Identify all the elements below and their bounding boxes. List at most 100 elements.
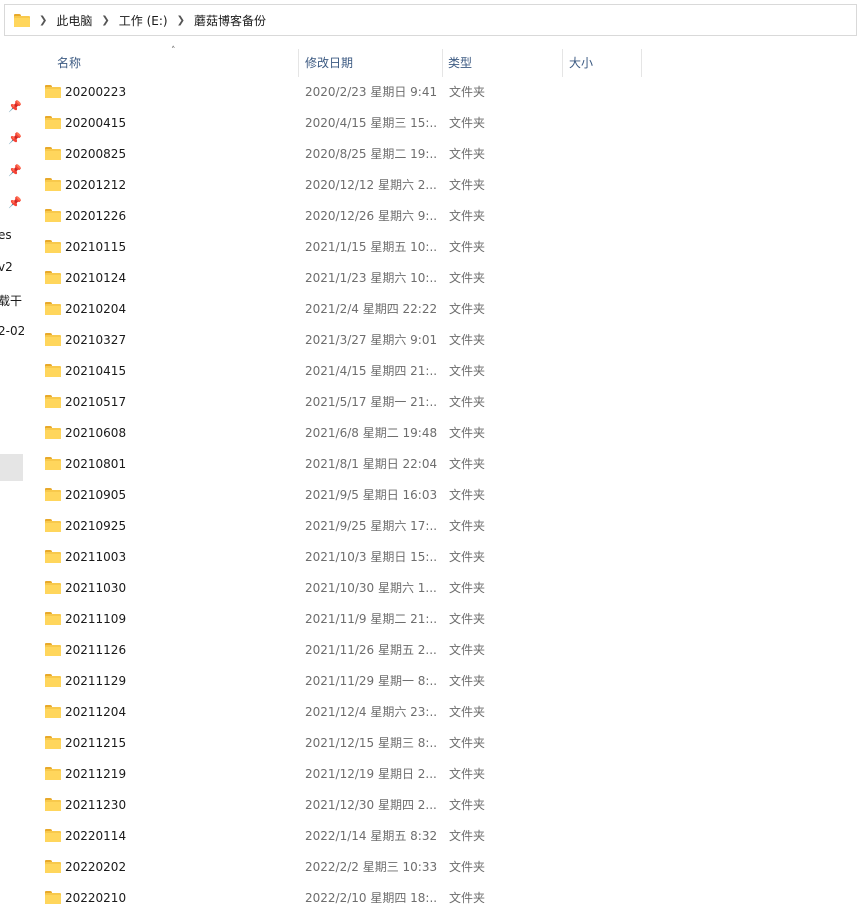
table-row[interactable]: 20211204 2021/12/4 星期六 23:... 文件夹 [40,697,860,728]
file-name[interactable]: 20211215 [65,728,126,759]
table-row[interactable]: 20211219 2021/12/19 星期日 2... 文件夹 [40,759,860,790]
file-modified-date: 2021/10/30 星期六 1... [305,581,437,595]
file-modified-date: 2021/11/9 星期二 21:... [305,612,437,626]
file-name[interactable]: 20211230 [65,790,126,821]
file-name[interactable]: 20211219 [65,759,126,790]
file-name[interactable]: 20211204 [65,697,126,728]
navigation-pane[interactable]: 📌 📌 📌 📌 es v2 载干 2-02- [0,40,24,918]
file-list[interactable]: 20200223 2020/2/23 星期日 9:41 文件夹 20200415 202… [40,77,860,914]
table-row[interactable]: 20200415 2020/4/15 星期三 15:... 文件夹 [40,108,860,139]
address-bar[interactable]: ❯ 此电脑 ❯ 工作 (E:) ❯ 蘑菇博客备份 [4,4,857,36]
file-type: 文件夹 [449,364,486,378]
chevron-right-icon[interactable]: ❯ [101,15,109,26]
column-header-type[interactable]: 类型 [440,47,560,77]
table-row[interactable]: 20210115 2021/1/15 星期五 10:... 文件夹 [40,232,860,263]
file-name[interactable]: 20211126 [65,635,126,666]
file-type: 文件夹 [449,240,486,254]
file-name[interactable]: 20210124 [65,263,126,294]
folder-icon [45,85,61,98]
table-row[interactable]: 20211003 2021/10/3 星期日 15:... 文件夹 [40,542,860,573]
file-name[interactable]: 20211109 [65,604,126,635]
chevron-right-icon[interactable]: ❯ [177,15,185,26]
table-row[interactable]: 20211129 2021/11/29 星期一 8:... 文件夹 [40,666,860,697]
breadcrumb-current-folder[interactable]: 蘑菇博客备份 [194,12,266,29]
file-name[interactable]: 20210517 [65,387,126,418]
file-type: 文件夹 [449,550,486,564]
table-row[interactable]: 20201226 2020/12/26 星期六 9:... 文件夹 [40,201,860,232]
file-name[interactable]: 20210415 [65,356,126,387]
table-row[interactable]: 20201212 2020/12/12 星期六 2... 文件夹 [40,170,860,201]
table-row[interactable]: 20211109 2021/11/9 星期二 21:... 文件夹 [40,604,860,635]
file-name[interactable]: 20210327 [65,325,126,356]
file-type: 文件夹 [449,798,486,812]
file-name[interactable]: 20210204 [65,294,126,325]
table-row[interactable]: 20210415 2021/4/15 星期四 21:... 文件夹 [40,356,860,387]
column-header-size[interactable]: 大小 [561,47,641,77]
file-name[interactable]: 20200825 [65,139,126,170]
file-name[interactable]: 20210115 [65,232,126,263]
file-modified-date: 2021/9/25 星期六 17:... [305,519,437,533]
table-row[interactable]: 20210124 2021/1/23 星期六 10:... 文件夹 [40,263,860,294]
file-name[interactable]: 20211030 [65,573,126,604]
column-divider[interactable] [641,49,642,77]
table-row[interactable]: 20211126 2021/11/26 星期五 2... 文件夹 [40,635,860,666]
file-name[interactable]: 20200415 [65,108,126,139]
table-row[interactable]: 20210801 2021/8/1 星期日 22:04 文件夹 [40,449,860,480]
folder-icon [45,674,61,687]
file-modified-date: 2020/12/26 星期六 9:... [305,209,437,223]
folder-icon [14,13,30,27]
breadcrumb-this-pc[interactable]: 此电脑 [56,12,92,29]
file-type: 文件夹 [449,209,486,223]
nav-item[interactable]: v2 [0,260,13,274]
table-row[interactable]: 20220202 2022/2/2 星期三 10:33 文件夹 [40,852,860,883]
nav-item[interactable]: 载干 [0,292,22,309]
nav-item-selected[interactable] [0,454,23,481]
file-name[interactable]: 20201226 [65,201,126,232]
folder-icon [45,457,61,470]
table-row[interactable]: 20211215 2021/12/15 星期三 8:... 文件夹 [40,728,860,759]
file-name[interactable]: 20210608 [65,418,126,449]
file-modified-date: 2021/9/5 星期日 16:03 [305,488,437,502]
file-name[interactable]: 20210925 [65,511,126,542]
nav-item[interactable]: es [0,228,12,242]
file-type: 文件夹 [449,426,486,440]
file-name[interactable]: 20200223 [65,77,126,108]
table-row[interactable]: 20210204 2021/2/4 星期四 22:22 文件夹 [40,294,860,325]
folder-icon [45,860,61,873]
file-name[interactable]: 20201212 [65,170,126,201]
file-name[interactable]: 20220114 [65,821,126,852]
table-row[interactable]: 20200223 2020/2/23 星期日 9:41 文件夹 [40,77,860,108]
file-name[interactable]: 20211003 [65,542,126,573]
file-name[interactable]: 20211129 [65,666,126,697]
file-type: 文件夹 [449,488,486,502]
column-header-date[interactable]: 修改日期 [297,47,442,77]
table-row[interactable]: 20210925 2021/9/25 星期六 17:... 文件夹 [40,511,860,542]
column-header-row: ˄ 名称 修改日期 类型 大小 [40,46,860,77]
file-type: 文件夹 [449,674,486,688]
breadcrumb-drive-e[interactable]: 工作 (E:) [119,12,168,29]
table-row[interactable]: 20220114 2022/1/14 星期五 8:32 文件夹 [40,821,860,852]
file-name[interactable]: 20220202 [65,852,126,883]
table-row[interactable]: 20220210 2022/2/10 星期四 18:... 文件夹 [40,883,860,914]
file-modified-date: 2021/12/30 星期四 2... [305,798,437,812]
file-type: 文件夹 [449,612,486,626]
table-row[interactable]: 20200825 2020/8/25 星期二 19:... 文件夹 [40,139,860,170]
table-row[interactable]: 20211030 2021/10/30 星期六 1... 文件夹 [40,573,860,604]
file-name[interactable]: 20220210 [65,883,126,914]
column-header-name[interactable]: 名称 [49,47,299,77]
file-modified-date: 2021/3/27 星期六 9:01 [305,333,437,347]
nav-item[interactable]: 2-02- [0,324,24,338]
table-row[interactable]: 20210905 2021/9/5 星期日 16:03 文件夹 [40,480,860,511]
table-row[interactable]: 20210327 2021/3/27 星期六 9:01 文件夹 [40,325,860,356]
file-type: 文件夹 [449,116,486,130]
chevron-right-icon[interactable]: ❯ [39,15,47,26]
table-row[interactable]: 20210517 2021/5/17 星期一 21:... 文件夹 [40,387,860,418]
file-name[interactable]: 20210905 [65,480,126,511]
file-type: 文件夹 [449,457,486,471]
table-row[interactable]: 20211230 2021/12/30 星期四 2... 文件夹 [40,790,860,821]
table-row[interactable]: 20210608 2021/6/8 星期二 19:48 文件夹 [40,418,860,449]
file-name[interactable]: 20210801 [65,449,126,480]
folder-icon [45,550,61,563]
file-type: 文件夹 [449,302,486,316]
file-modified-date: 2020/8/25 星期二 19:... [305,147,437,161]
